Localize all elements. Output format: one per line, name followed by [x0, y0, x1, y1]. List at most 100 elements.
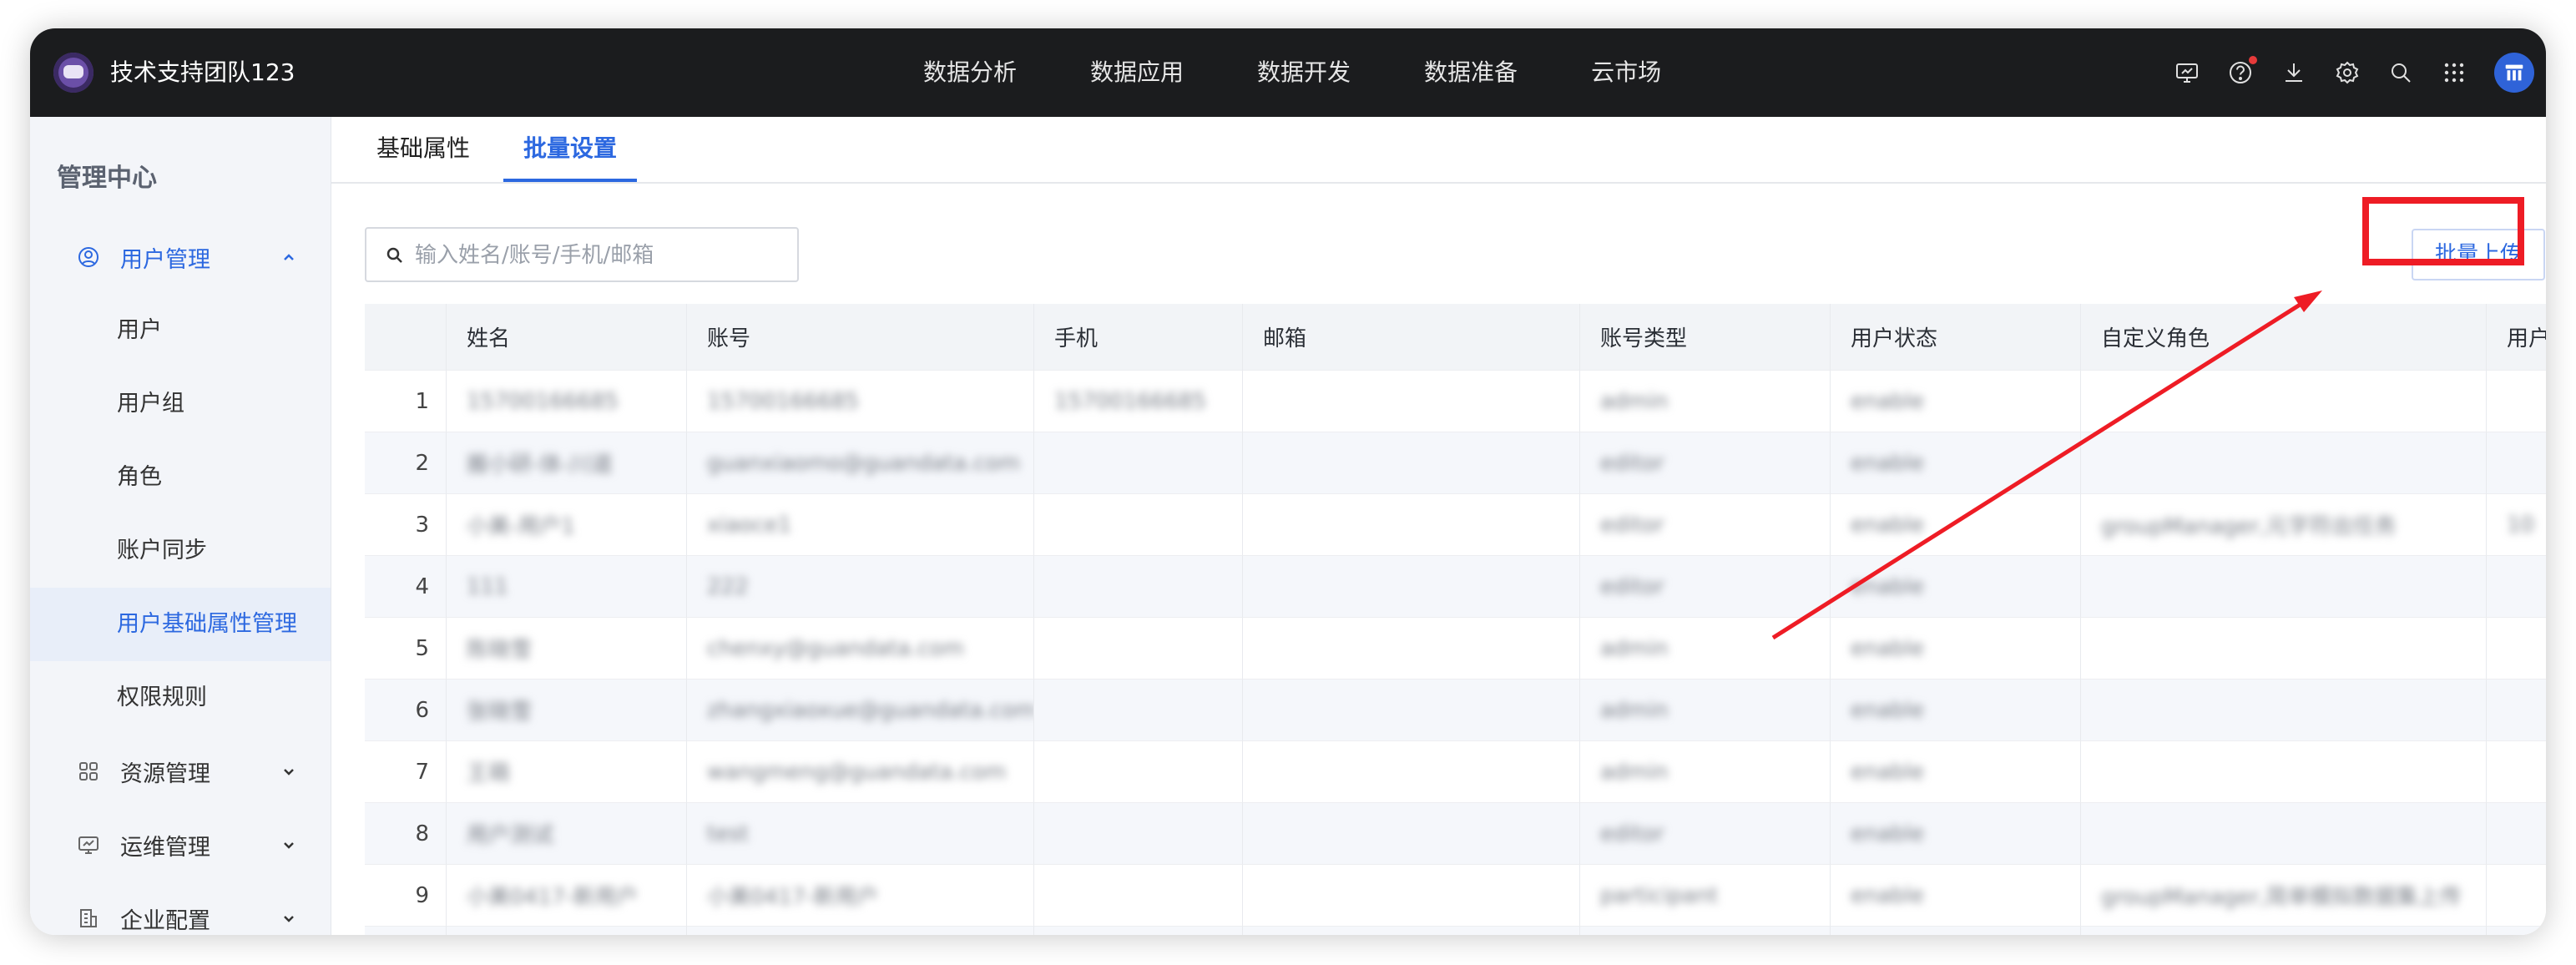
apps-grid-icon[interactable] [2441, 59, 2467, 86]
cell-account-text: test [707, 821, 749, 846]
cell-account-type-text: admin [1600, 697, 1669, 723]
user-circle-icon [78, 247, 98, 267]
cell-user-extra [2487, 432, 2546, 494]
sidebar-item-users[interactable]: 用户 [30, 294, 331, 367]
cell-account: 15700166685 [687, 371, 1034, 432]
cell-index: 8 [365, 803, 447, 865]
search-icon[interactable] [2387, 59, 2414, 86]
cell-index-text: 1 [415, 388, 429, 414]
cell-name: 张晓雪 [447, 680, 687, 741]
avatar[interactable] [2494, 53, 2534, 93]
cell-account-text: 15700166685 [707, 388, 859, 414]
table-row[interactable]: 6 张晓雪 zhangxiaoxue@guandata.com admin enable [365, 680, 2546, 741]
cell-index-text: 8 [415, 821, 429, 846]
monitor-icon[interactable] [2174, 59, 2200, 86]
table-row[interactable]: 7 王萌 wangmeng@guandata.com admin enable [365, 741, 2546, 803]
chevron-down-icon [284, 769, 294, 776]
search-input[interactable] [413, 235, 784, 275]
menu-group-user-management[interactable]: 用户管理 [30, 220, 331, 294]
grid-icon [79, 762, 98, 781]
topnav-cloud-market[interactable]: 云市场 [1591, 28, 1661, 117]
sidebar-item-user-groups[interactable]: 用户组 [30, 367, 331, 441]
sidebar-item-user-attributes[interactable]: 用户基础属性管理 [30, 588, 331, 661]
cell-account-type-text: editor [1600, 512, 1664, 538]
topnav-data-prep[interactable]: 数据准备 [1424, 28, 1518, 117]
cell-name: 小美-用户1 [447, 494, 687, 556]
cell-phone [1034, 927, 1243, 935]
table-row[interactable]: 3 小美-用户1 xiaoce1 editor enable groupManager,元… [365, 494, 2546, 556]
settings-icon[interactable] [2334, 59, 2361, 86]
cell-user-status: enable [1831, 741, 2081, 803]
table-row[interactable]: 5 陈晓雪 chenxy@guandata.com admin enable [365, 618, 2546, 680]
menu-group-resource-management[interactable]: 资源管理 [30, 735, 331, 808]
topnav-data-apps[interactable]: 数据应用 [1090, 28, 1184, 117]
chevron-down-icon [284, 916, 294, 922]
cell-email [1243, 680, 1580, 741]
cell-account-type: admin [1580, 680, 1831, 741]
cell-user-extra [2487, 618, 2546, 680]
table-row[interactable]: 10孙苗苗sunxuale@guandata.comsunxuale@guand… [365, 927, 2546, 935]
cell-custom-role [2081, 927, 2487, 935]
cell-account-type-text: participant [1600, 882, 1719, 908]
header-user-status[interactable]: 用户状态 [1831, 304, 2081, 371]
tab-basic-attributes[interactable]: 基础属性 [376, 117, 470, 180]
table-row[interactable]: 4 111 222 editor enable [365, 556, 2546, 618]
topnav-data-dev[interactable]: 数据开发 [1257, 28, 1351, 117]
cell-account: 小美0417-新用户 [687, 865, 1034, 927]
topnav-data-analysis[interactable]: 数据分析 [923, 28, 1017, 117]
table-row[interactable]: 8 用户测试 test editor enable [365, 803, 2546, 865]
menu-group-enterprise-config[interactable]: 企业配置 [30, 882, 331, 935]
cell-user-status-text: enable [1851, 635, 1925, 661]
cell-account: test [687, 803, 1034, 865]
header-index [365, 304, 447, 371]
team-name[interactable]: 技术支持团队123 [110, 57, 295, 88]
header-account-type[interactable]: 账号类型 [1580, 304, 1831, 371]
download-icon[interactable] [2281, 59, 2307, 86]
cell-index-text: 6 [415, 697, 429, 723]
header-user-extra[interactable]: 用户 [2487, 304, 2546, 371]
cell-user-status-text: enable [1851, 882, 1925, 908]
cell-custom-role [2081, 680, 2487, 741]
cell-user-extra [2487, 865, 2546, 927]
cell-phone [1034, 865, 1243, 927]
table-row[interactable]: 2 搬小研-体-川道 guanxiaomo@guandata.com editor en… [365, 432, 2546, 494]
help-icon[interactable] [2227, 56, 2257, 86]
cell-account-text: guanxiaomo@guandata.com [707, 450, 1020, 476]
cell-user-extra [2487, 371, 2546, 432]
cell-index: 10 [365, 927, 447, 935]
cell-account-text: 小美0417-新用户 [707, 885, 879, 910]
cell-index: 2 [365, 432, 447, 494]
cell-name-text: 小美-用户1 [467, 514, 575, 539]
search-box[interactable] [365, 227, 799, 282]
tab-batch-settings[interactable]: 批量设置 [503, 117, 638, 182]
sidebar-item-permission-rules[interactable]: 权限规则 [30, 661, 331, 735]
cell-account-type: editor [1580, 432, 1831, 494]
cell-index-text: 7 [415, 759, 429, 785]
cell-phone [1034, 618, 1243, 680]
header-email[interactable]: 邮箱 [1243, 304, 1580, 371]
batch-upload-button[interactable]: 批量上传 [2412, 229, 2545, 280]
header-phone[interactable]: 手机 [1034, 304, 1243, 371]
cell-account: chenxy@guandata.com [687, 618, 1034, 680]
table-header: 姓名 账号 手机 邮箱 账号类型 用户状态 自定义角色 用户 [365, 304, 2546, 371]
cell-email: sunxuale@guandata.com [1243, 927, 1580, 935]
cell-custom-role [2081, 371, 2487, 432]
header-name[interactable]: 姓名 [447, 304, 687, 371]
header-custom-role[interactable]: 自定义角色 [2081, 304, 2487, 371]
sidebar-item-account-sync[interactable]: 账户同步 [30, 514, 331, 588]
header-account[interactable]: 账号 [687, 304, 1034, 371]
menu-group-ops-management[interactable]: 运维管理 [30, 808, 331, 882]
cell-user-status: enable [1831, 618, 2081, 680]
logo[interactable] [53, 53, 93, 93]
cell-account: guanxiaomo@guandata.com [687, 432, 1034, 494]
cell-account-type: admin [1580, 618, 1831, 680]
sidebar-item-roles[interactable]: 角色 [30, 441, 331, 514]
search-icon [386, 247, 402, 263]
table-row[interactable]: 9 小美0417-新用户 小美0417-新用户 participant enable gr… [365, 865, 2546, 927]
cell-index-text: 5 [415, 635, 429, 661]
cell-index: 5 [365, 618, 447, 680]
cell-custom-role-text: groupManager,简单模拟数据集上传 [2101, 885, 2462, 910]
table-row[interactable]: 1 15700166685 15700166685 15700166685 admin e… [365, 371, 2546, 432]
cell-name: 搬小研-体-川道 [447, 432, 687, 494]
cell-index: 9 [365, 865, 447, 927]
